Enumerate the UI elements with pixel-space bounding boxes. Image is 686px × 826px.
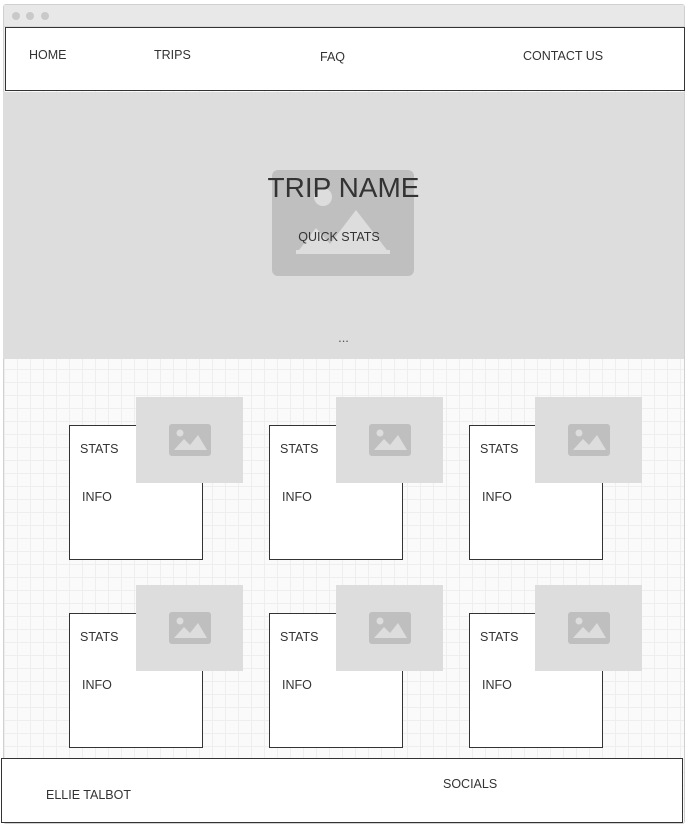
- nav-home-link[interactable]: HOME: [29, 48, 67, 62]
- top-nav: HOME TRIPS FAQ CONTACT US: [5, 27, 685, 91]
- card-stats-label: STATS: [80, 630, 119, 644]
- image-placeholder-icon: [369, 424, 411, 456]
- card-image-placeholder: [535, 585, 642, 671]
- hero-banner: TRIP NAME QUICK STATS ...: [3, 92, 684, 359]
- card-stats-label: STATS: [280, 442, 319, 456]
- image-placeholder-icon: [369, 612, 411, 644]
- card-image-placeholder: [336, 585, 443, 671]
- card-info-label: INFO: [82, 490, 112, 504]
- card-stats-label: STATS: [280, 630, 319, 644]
- card-info-label: INFO: [482, 490, 512, 504]
- card-info-label: INFO: [82, 678, 112, 692]
- trip-name-title: TRIP NAME: [267, 172, 420, 203]
- footer-author-name: ELLIE TALBOT: [46, 788, 131, 802]
- footer-socials-link[interactable]: SOCIALS: [443, 777, 497, 791]
- image-placeholder-icon: [169, 424, 211, 456]
- more-ellipsis[interactable]: ...: [3, 330, 684, 345]
- window-maximize-dot[interactable]: [41, 12, 49, 20]
- window-close-dot[interactable]: [12, 12, 20, 20]
- image-placeholder-icon: [568, 612, 610, 644]
- nav-trips-link[interactable]: TRIPS: [154, 48, 191, 62]
- card-stats-label: STATS: [480, 442, 519, 456]
- window-titlebar: [4, 5, 684, 27]
- card-stats-label: STATS: [80, 442, 119, 456]
- card-image-placeholder: [535, 397, 642, 483]
- card-stats-label: STATS: [480, 630, 519, 644]
- window-minimize-dot[interactable]: [26, 12, 34, 20]
- image-placeholder-icon: [169, 612, 211, 644]
- image-placeholder-icon: [568, 424, 610, 456]
- card-info-label: INFO: [482, 678, 512, 692]
- card-info-label: INFO: [282, 678, 312, 692]
- nav-contact-link[interactable]: CONTACT US: [523, 49, 603, 63]
- card-image-placeholder: [336, 397, 443, 483]
- card-image-placeholder: [136, 585, 243, 671]
- nav-faq-link[interactable]: FAQ: [320, 50, 345, 64]
- card-image-placeholder: [136, 397, 243, 483]
- site-footer: ELLIE TALBOT SOCIALS: [1, 758, 683, 823]
- card-info-label: INFO: [282, 490, 312, 504]
- quick-stats-label: QUICK STATS: [298, 230, 380, 244]
